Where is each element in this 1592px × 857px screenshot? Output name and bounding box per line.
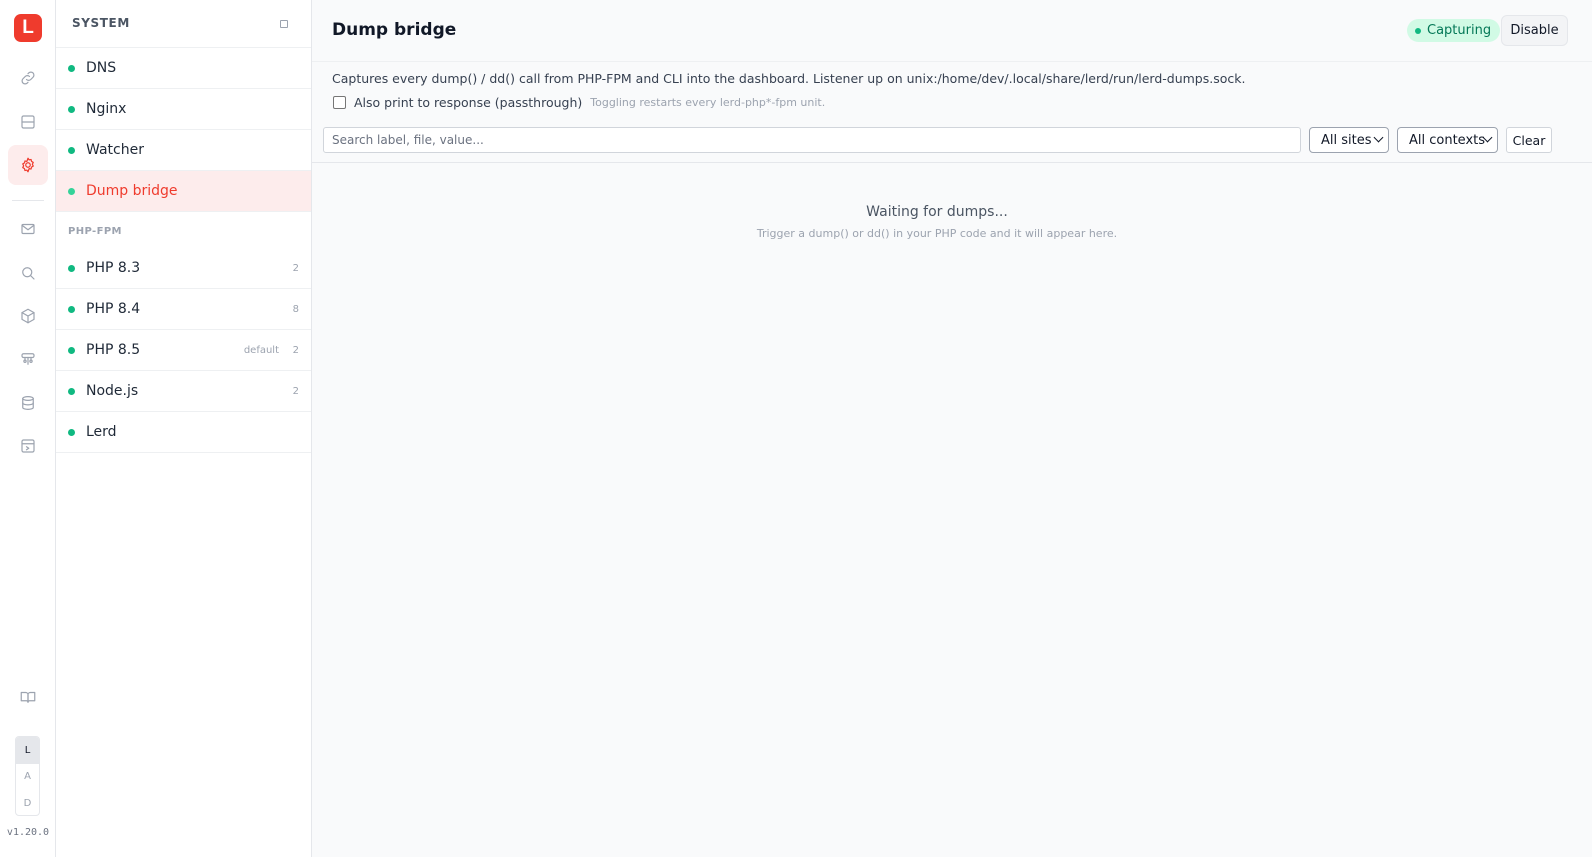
sidebar-item-label: PHP 8.3 xyxy=(86,260,141,276)
sidebar-item-dump-bridge[interactable]: Dump bridge xyxy=(56,171,311,212)
site-count-badge: 2 xyxy=(292,344,299,356)
gear-icon[interactable] xyxy=(8,145,48,185)
services-sidebar: SYSTEM DNS Nginx Watcher Dump bridge PHP… xyxy=(56,0,312,857)
status-dot xyxy=(68,65,75,72)
status-dot xyxy=(68,388,75,395)
description-text: Captures every dump() / dd() call from P… xyxy=(332,71,1246,86)
collapse-sidebar-icon[interactable] xyxy=(280,20,288,28)
sites-select-value: All sites xyxy=(1321,132,1372,148)
sidebar-item-label: Dump bridge xyxy=(86,183,178,199)
page-header: Dump bridge Capturing Disable xyxy=(312,0,1592,62)
clear-button[interactable]: Clear xyxy=(1506,127,1552,153)
database-icon[interactable] xyxy=(8,383,48,423)
status-dot xyxy=(68,106,75,113)
sidebar-item-nodejs[interactable]: Node.js 2 xyxy=(56,371,311,412)
sidebar-item-label: Watcher xyxy=(86,142,144,158)
passthrough-hint: Toggling restarts every lerd-php*-fpm un… xyxy=(590,96,826,109)
theme-option-light[interactable]: L xyxy=(16,737,39,764)
section-label: PHP-FPM xyxy=(68,226,122,237)
theme-option-dark[interactable]: D xyxy=(16,790,39,815)
sidebar-item-php-83[interactable]: PHP 8.3 2 xyxy=(56,248,311,289)
main-panel: Dump bridge Capturing Disable Captures e… xyxy=(312,0,1592,857)
filter-bar: All sites All contexts Clear xyxy=(312,120,1592,163)
default-tag: default xyxy=(243,344,279,356)
search-input[interactable] xyxy=(323,127,1301,153)
status-dot xyxy=(68,265,75,272)
contexts-select[interactable]: All contexts xyxy=(1397,127,1498,153)
book-icon[interactable] xyxy=(8,677,48,717)
passthrough-checkbox[interactable] xyxy=(333,96,346,109)
disable-button[interactable]: Disable xyxy=(1501,15,1568,46)
status-badge: Capturing xyxy=(1407,19,1501,42)
sidebar-item-dns[interactable]: DNS xyxy=(56,48,311,89)
sidebar-section-php-fpm: PHP-FPM xyxy=(56,212,311,248)
sidebar-item-nginx[interactable]: Nginx xyxy=(56,89,311,130)
status-label: Capturing xyxy=(1427,23,1492,38)
sites-select[interactable]: All sites xyxy=(1309,127,1389,153)
site-count-badge: 2 xyxy=(292,385,299,397)
status-dot xyxy=(68,306,75,313)
site-count-badge: 2 xyxy=(292,262,299,274)
contexts-select-value: All contexts xyxy=(1409,132,1486,148)
status-dot xyxy=(68,347,75,354)
sidebar-title: SYSTEM xyxy=(72,16,130,30)
mail-icon[interactable] xyxy=(8,209,48,249)
box-icon[interactable] xyxy=(8,296,48,336)
empty-state-title: Waiting for dumps... xyxy=(866,204,1008,220)
theme-switcher: L A D xyxy=(15,736,40,816)
status-dot xyxy=(68,188,75,195)
sidebar-item-label: PHP 8.5 xyxy=(86,342,141,358)
server-icon[interactable] xyxy=(8,102,48,142)
network-icon[interactable] xyxy=(8,339,48,379)
sidebar-item-label: Nginx xyxy=(86,101,127,117)
sidebar-header: SYSTEM xyxy=(56,0,311,48)
sidebar-item-watcher[interactable]: Watcher xyxy=(56,130,311,171)
sidebar-item-php-84[interactable]: PHP 8.4 8 xyxy=(56,289,311,330)
theme-option-auto[interactable]: A xyxy=(16,764,39,791)
status-dot xyxy=(68,429,75,436)
terminal-icon[interactable] xyxy=(8,426,48,466)
icon-rail: L L A D v1.20.0 xyxy=(0,0,56,857)
sidebar-item-label: Node.js xyxy=(86,383,139,399)
search-icon[interactable] xyxy=(8,253,48,293)
sidebar-item-label: DNS xyxy=(86,60,117,76)
empty-state-subtitle: Trigger a dump() or dd() in your PHP cod… xyxy=(756,227,1118,240)
sidebar-item-php-85[interactable]: PHP 8.5 default 2 xyxy=(56,330,311,371)
passthrough-label[interactable]: Also print to response (passthrough) xyxy=(354,95,582,110)
chevron-down-icon xyxy=(1373,132,1384,143)
page-title: Dump bridge xyxy=(332,20,457,40)
status-dot xyxy=(1415,27,1421,34)
lerd-logo[interactable]: L xyxy=(14,14,42,42)
sidebar-item-label: Lerd xyxy=(86,424,117,440)
sidebar-item-label: PHP 8.4 xyxy=(86,301,141,317)
app-version: v1.20.0 xyxy=(6,827,50,838)
status-dot xyxy=(68,147,75,154)
rail-divider xyxy=(12,200,44,201)
sidebar-item-lerd[interactable]: Lerd xyxy=(56,412,311,453)
site-count-badge: 8 xyxy=(292,303,299,315)
passthrough-row: Also print to response (passthrough) Tog… xyxy=(332,95,825,110)
link-icon[interactable] xyxy=(8,58,48,98)
